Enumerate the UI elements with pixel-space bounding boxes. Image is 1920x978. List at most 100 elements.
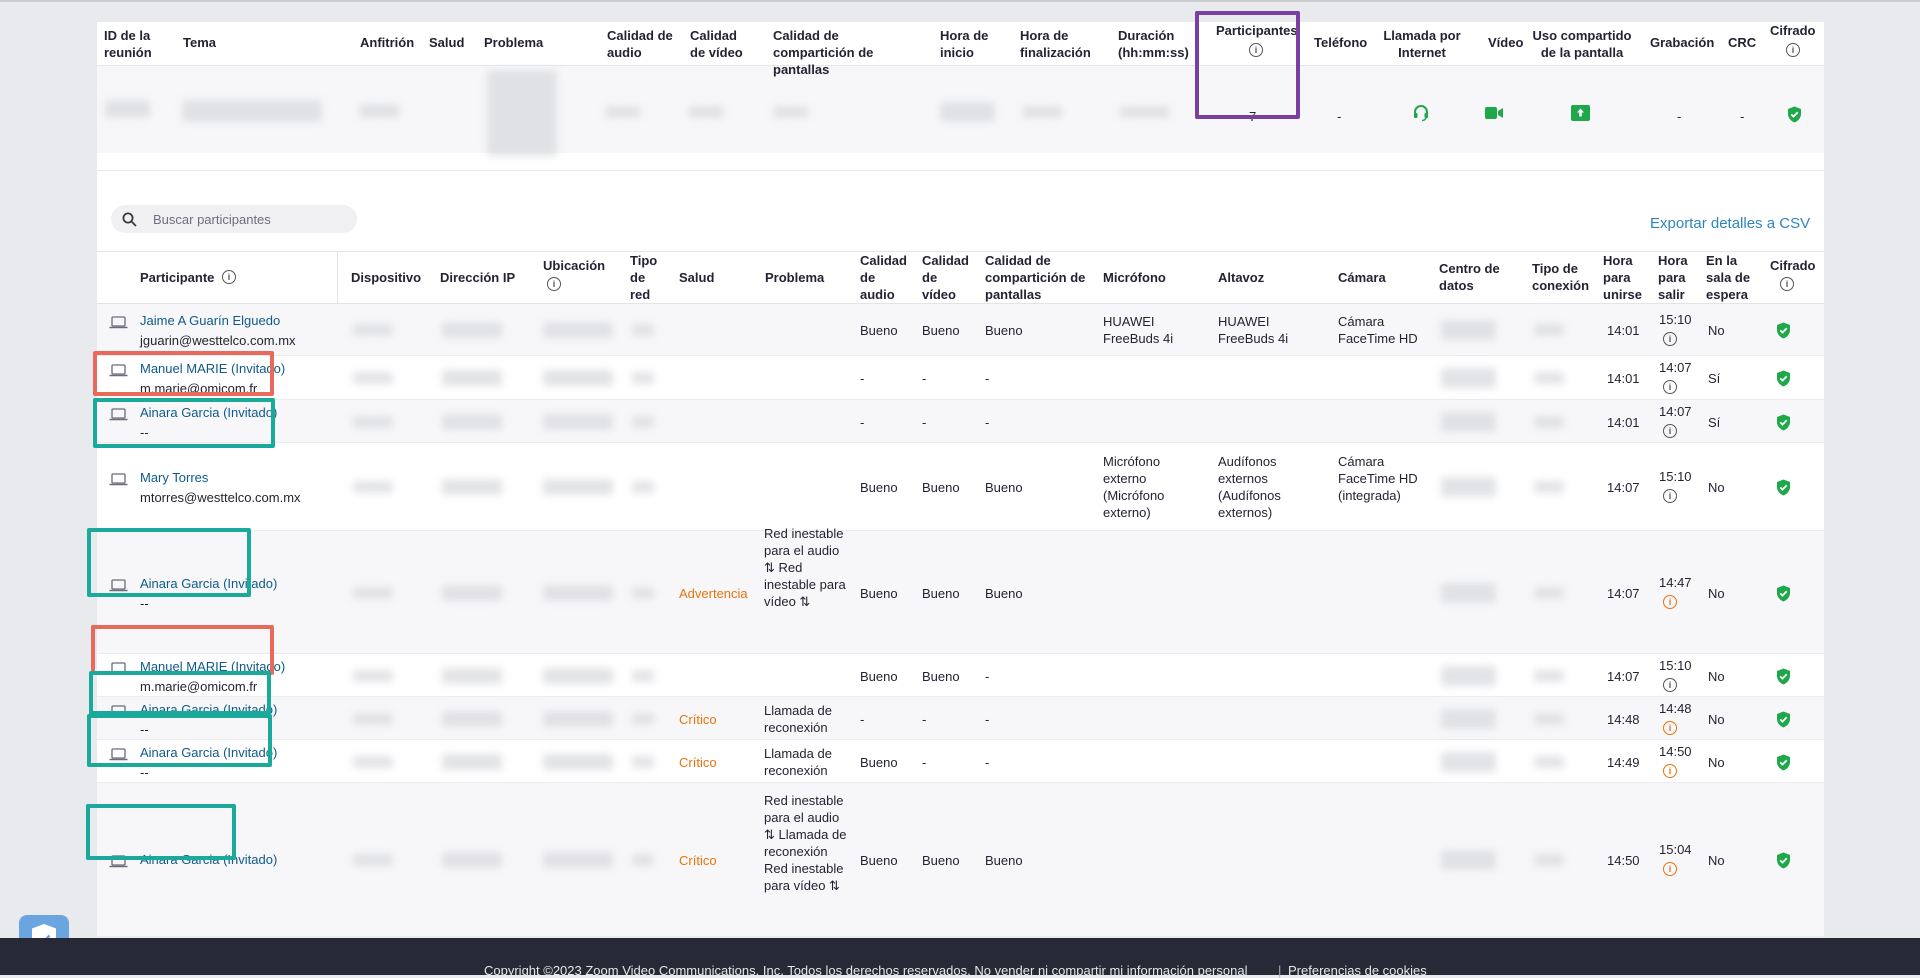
export-csv-link[interactable]: Exportar detalles a CSV bbox=[1650, 215, 1810, 232]
col-p-share: Calidad de compartición de pantallas bbox=[985, 253, 1086, 302]
duration-redacted bbox=[1120, 106, 1170, 118]
phone-value: - bbox=[1337, 109, 1342, 124]
device-redacted bbox=[353, 324, 393, 336]
waiting-room: No bbox=[1708, 853, 1725, 868]
shield-check-icon bbox=[1777, 852, 1790, 869]
col-audio-quality: Calidad de audio bbox=[607, 28, 673, 60]
leave-time: 15:10 bbox=[1659, 312, 1692, 327]
location-redacted bbox=[543, 667, 613, 684]
search-input[interactable]: Buscar participantes bbox=[153, 211, 271, 228]
datacenter-redacted bbox=[1441, 751, 1496, 772]
search-icon bbox=[122, 212, 137, 227]
participants-highlight bbox=[1195, 11, 1300, 119]
col-participant: Participante bbox=[140, 270, 215, 285]
col-waiting-room: En la sala de espera bbox=[1706, 253, 1751, 302]
end-redacted bbox=[1022, 106, 1062, 118]
health-status: Crítico bbox=[679, 754, 717, 770]
ip-redacted bbox=[442, 753, 502, 770]
ip-redacted bbox=[442, 852, 502, 868]
col-p-health: Salud bbox=[679, 270, 715, 285]
waiting-room: No bbox=[1708, 323, 1725, 338]
device-redacted bbox=[353, 755, 393, 768]
ip-redacted bbox=[442, 584, 502, 601]
speaker: Audífonos externos (Audífonos externos) bbox=[1218, 454, 1281, 520]
network-redacted bbox=[632, 669, 654, 682]
leave-info-icon[interactable]: i bbox=[1663, 763, 1677, 778]
leave-info-icon[interactable]: i bbox=[1663, 380, 1677, 394]
leave-time: 15:04 bbox=[1659, 842, 1692, 857]
join-time: 14:07 bbox=[1607, 668, 1640, 684]
col-speaker: Altavoz bbox=[1218, 270, 1265, 285]
share-redacted bbox=[773, 106, 808, 118]
connection-redacted bbox=[1534, 712, 1564, 725]
join-time: 14:50 bbox=[1607, 853, 1640, 868]
col-video-quality: Calidad de vídeo bbox=[690, 28, 743, 60]
location-redacted bbox=[543, 852, 613, 868]
device-redacted bbox=[353, 415, 393, 428]
leave-info-icon[interactable]: i bbox=[1663, 594, 1677, 609]
shield-check-icon bbox=[1777, 322, 1790, 339]
leave-time: 15:10 bbox=[1659, 469, 1692, 484]
leave-time: 14:07 bbox=[1659, 403, 1692, 419]
shield-check-icon bbox=[1777, 414, 1790, 430]
col-phone: Teléfono bbox=[1314, 35, 1368, 50]
join-time: 14:01 bbox=[1607, 323, 1640, 338]
col-p-encryption: Cifrado bbox=[1770, 258, 1816, 273]
crc-value: - bbox=[1740, 109, 1745, 124]
shield-check-icon bbox=[1777, 668, 1790, 684]
audio-quality: - bbox=[860, 414, 865, 430]
leave-info-icon[interactable]: i bbox=[1663, 720, 1677, 735]
highlight-teal-2 bbox=[87, 528, 251, 597]
location-info-icon[interactable]: i bbox=[547, 277, 561, 291]
share-quality: - bbox=[985, 414, 990, 430]
col-crc: CRC bbox=[1728, 35, 1757, 50]
video-redacted bbox=[689, 106, 724, 118]
share-quality: Bueno bbox=[985, 480, 1023, 495]
problem-text: Llamada de reconexión bbox=[764, 702, 832, 735]
top-border bbox=[0, 0, 1920, 2]
connection-redacted bbox=[1534, 415, 1564, 428]
network-redacted bbox=[632, 415, 654, 428]
participant-name[interactable]: Jaime A Guarín Elguedo bbox=[140, 313, 280, 328]
join-time: 14:48 bbox=[1607, 711, 1640, 727]
leave-info-icon[interactable]: i bbox=[1663, 862, 1677, 876]
network-redacted bbox=[632, 712, 654, 725]
audio-quality: Bueno bbox=[860, 853, 898, 868]
audio-redacted bbox=[605, 106, 640, 118]
datacenter-redacted bbox=[1441, 411, 1496, 432]
waiting-room: Sí bbox=[1708, 371, 1721, 386]
network-redacted bbox=[632, 755, 654, 768]
p-encryption-info-icon[interactable]: i bbox=[1780, 277, 1794, 291]
col-join-time: Hora para unirse bbox=[1603, 253, 1643, 302]
leave-info-icon[interactable]: i bbox=[1663, 332, 1677, 346]
col-datacenter: Centro de datos bbox=[1439, 261, 1500, 293]
participant-name[interactable]: Mary Torres bbox=[140, 470, 208, 485]
leave-info-icon[interactable]: i bbox=[1663, 677, 1677, 692]
device-redacted bbox=[353, 712, 393, 725]
share-quality: - bbox=[985, 371, 990, 386]
network-redacted bbox=[632, 481, 654, 493]
join-time: 14:07 bbox=[1607, 480, 1640, 495]
footer-copyright[interactable]: Copyright ©2023 Zoom Video Communication… bbox=[484, 963, 1247, 978]
video-quality: Bueno bbox=[922, 585, 960, 601]
shield-check-icon bbox=[1777, 479, 1790, 496]
join-time: 14:07 bbox=[1607, 585, 1640, 601]
audio-quality: - bbox=[860, 711, 865, 727]
video-icon bbox=[1485, 107, 1503, 119]
leave-info-icon[interactable]: i bbox=[1663, 423, 1677, 438]
datacenter-redacted bbox=[1441, 708, 1496, 729]
participant-info-icon[interactable]: i bbox=[222, 270, 236, 284]
leave-time: 14:50 bbox=[1659, 743, 1692, 759]
recording-value: - bbox=[1677, 109, 1682, 124]
footer-cookies-link[interactable]: Preferencias de cookies bbox=[1288, 963, 1427, 978]
col-device: Dispositivo bbox=[351, 270, 422, 285]
footer-separator: | bbox=[1278, 963, 1282, 978]
connection-redacted bbox=[1534, 586, 1564, 599]
col-host: Anfitrión bbox=[360, 35, 415, 50]
leave-info-icon[interactable]: i bbox=[1663, 489, 1677, 503]
start-redacted bbox=[940, 102, 995, 122]
ip-redacted bbox=[442, 370, 502, 386]
video-quality: Bueno bbox=[922, 668, 960, 684]
encryption-info-icon[interactable]: i bbox=[1786, 43, 1800, 57]
col-health: Salud bbox=[429, 35, 465, 50]
